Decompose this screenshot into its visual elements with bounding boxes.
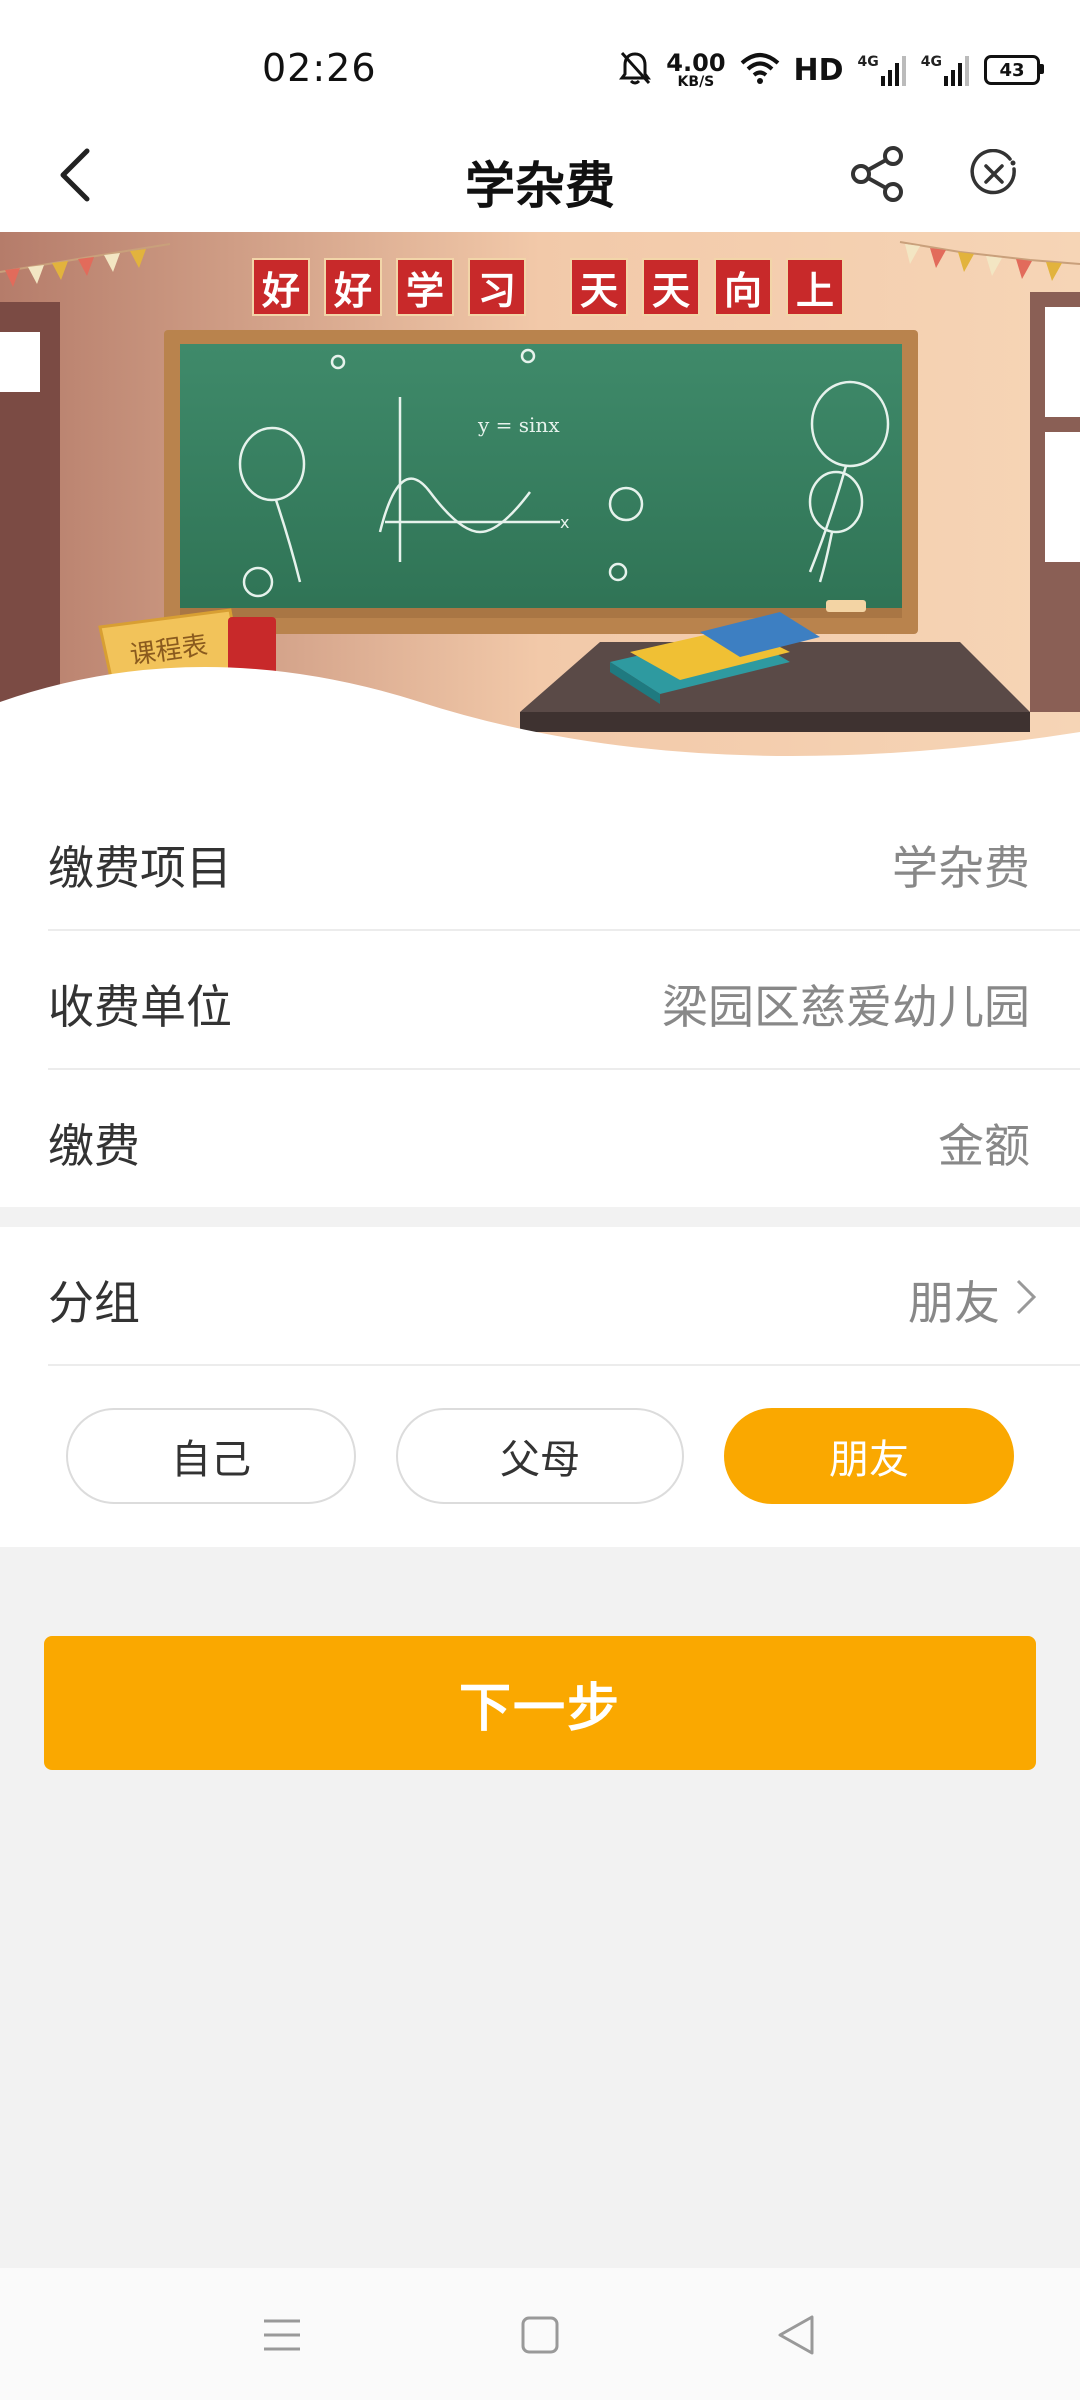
status-icons: 4.00 KB/S HD 4G 4G 43 <box>618 44 1044 96</box>
share-button[interactable] <box>842 138 914 210</box>
system-nav-bar <box>0 2268 1080 2400</box>
detail-label: 收费单位 <box>48 980 232 1034</box>
wifi-icon <box>740 51 780 89</box>
menu-icon <box>264 2319 300 2351</box>
next-button[interactable]: 下一步 <box>44 1636 1036 1770</box>
back-triangle-icon <box>778 2315 814 2355</box>
group-option-parents[interactable]: 父母 <box>396 1408 684 1504</box>
slogan-left: 好 好 学 习 <box>252 258 526 316</box>
blackboard-formula: y = sinx <box>477 413 560 437</box>
chevron-right-icon <box>1016 1279 1037 1315</box>
close-circle-icon <box>970 149 1016 195</box>
detail-label: 缴费 <box>48 1119 140 1173</box>
close-button[interactable] <box>958 138 1030 210</box>
detail-row-amount[interactable]: 缴费 金额 <box>48 1070 1080 1207</box>
detail-row-payee: 收费单位 梁园区慈爱幼儿园 <box>48 931 1080 1070</box>
payment-details: 缴费项目 学杂费 收费单位 梁园区慈爱幼儿园 缴费 金额 <box>0 792 1080 1207</box>
classroom-banner: y = sinx x 课程表 好 好 学 习 天 天 向 上 <box>0 232 1080 792</box>
detail-label: 缴费项目 <box>48 841 232 895</box>
group-option-self[interactable]: 自己 <box>66 1408 356 1504</box>
hd-badge: HD <box>793 52 844 88</box>
detail-value: 学杂费 <box>892 841 1030 895</box>
status-bar: 02:26 4.00 KB/S HD 4G 4G 43 <box>0 0 1080 120</box>
svg-text:x: x <box>560 513 569 532</box>
group-value: 朋友 <box>908 1276 1000 1330</box>
detail-value: 梁园区慈爱幼儿园 <box>662 980 1030 1034</box>
slogan-right: 天 天 向 上 <box>570 258 844 316</box>
detail-row-item: 缴费项目 学杂费 <box>48 792 1080 931</box>
battery-indicator: 43 <box>984 55 1044 85</box>
page-title: 学杂费 <box>465 157 615 215</box>
group-label: 分组 <box>48 1276 140 1330</box>
group-option-friends[interactable]: 朋友 <box>724 1408 1014 1504</box>
home-square-icon <box>521 2316 559 2354</box>
network-speed: 4.00 KB/S <box>666 49 726 90</box>
signal-strength-2: 4G <box>921 54 970 86</box>
share-icon <box>851 146 903 202</box>
system-back-button[interactable] <box>766 2308 826 2362</box>
title-bar: 学杂费 <box>0 120 1080 232</box>
home-button[interactable] <box>510 2308 570 2362</box>
amount-input[interactable]: 金额 <box>938 1110 1030 1176</box>
menu-button[interactable] <box>252 2308 312 2362</box>
signal-strength-1: 4G <box>858 54 907 86</box>
group-options: 自己 父母 朋友 <box>0 1408 1080 1508</box>
classroom-illustration: y = sinx x 课程表 <box>0 232 1080 792</box>
group-selector-row[interactable]: 分组 朋友 <box>48 1227 1080 1366</box>
status-time: 02:26 <box>262 46 377 90</box>
mute-bell-icon <box>618 49 652 91</box>
